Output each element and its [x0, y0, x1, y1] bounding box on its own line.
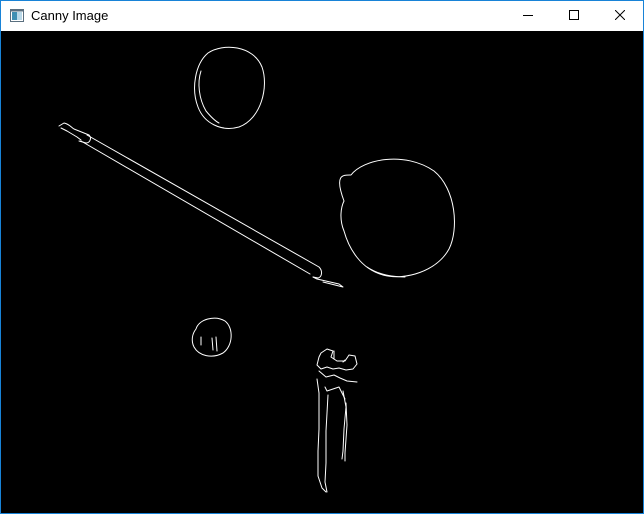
- window-app-icon: [10, 9, 24, 22]
- edge-cue-stick: [58, 122, 344, 288]
- edge-large-ball: [339, 158, 455, 278]
- minimize-button[interactable]: [505, 1, 551, 31]
- title-bar[interactable]: Canny Image: [1, 1, 643, 31]
- app-window: Canny Image: [0, 0, 644, 514]
- maximize-icon: [569, 7, 579, 25]
- minimize-icon: [523, 7, 533, 25]
- maximize-button[interactable]: [551, 1, 597, 31]
- close-icon: [614, 7, 626, 25]
- edge-small-ball: [191, 317, 232, 357]
- window-title: Canny Image: [31, 8, 109, 23]
- edge-top-ball: [194, 46, 265, 129]
- canny-edge-image: [1, 31, 643, 513]
- edge-bottle-shape: [316, 348, 358, 493]
- close-button[interactable]: [597, 1, 643, 31]
